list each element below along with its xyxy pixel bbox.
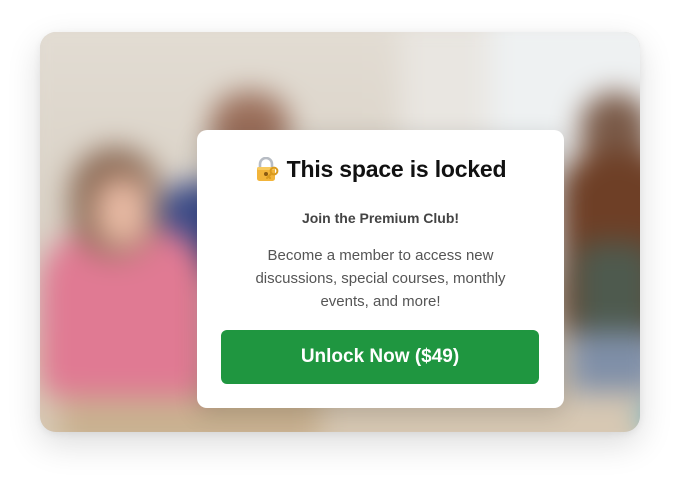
modal-title: This space is locked [286,156,507,182]
modal-description: Become a member to access new discussion… [255,247,506,310]
locked-space-card: This space is locked Join the Premium Cl… [40,32,640,432]
lock-with-key-icon [255,156,279,183]
unlock-now-button[interactable]: Unlock Now ($49) [221,330,539,384]
title-row: This space is locked [197,156,564,183]
locked-modal: This space is locked Join the Premium Cl… [197,130,564,408]
modal-subtitle: Join the Premium Club! [301,210,460,226]
